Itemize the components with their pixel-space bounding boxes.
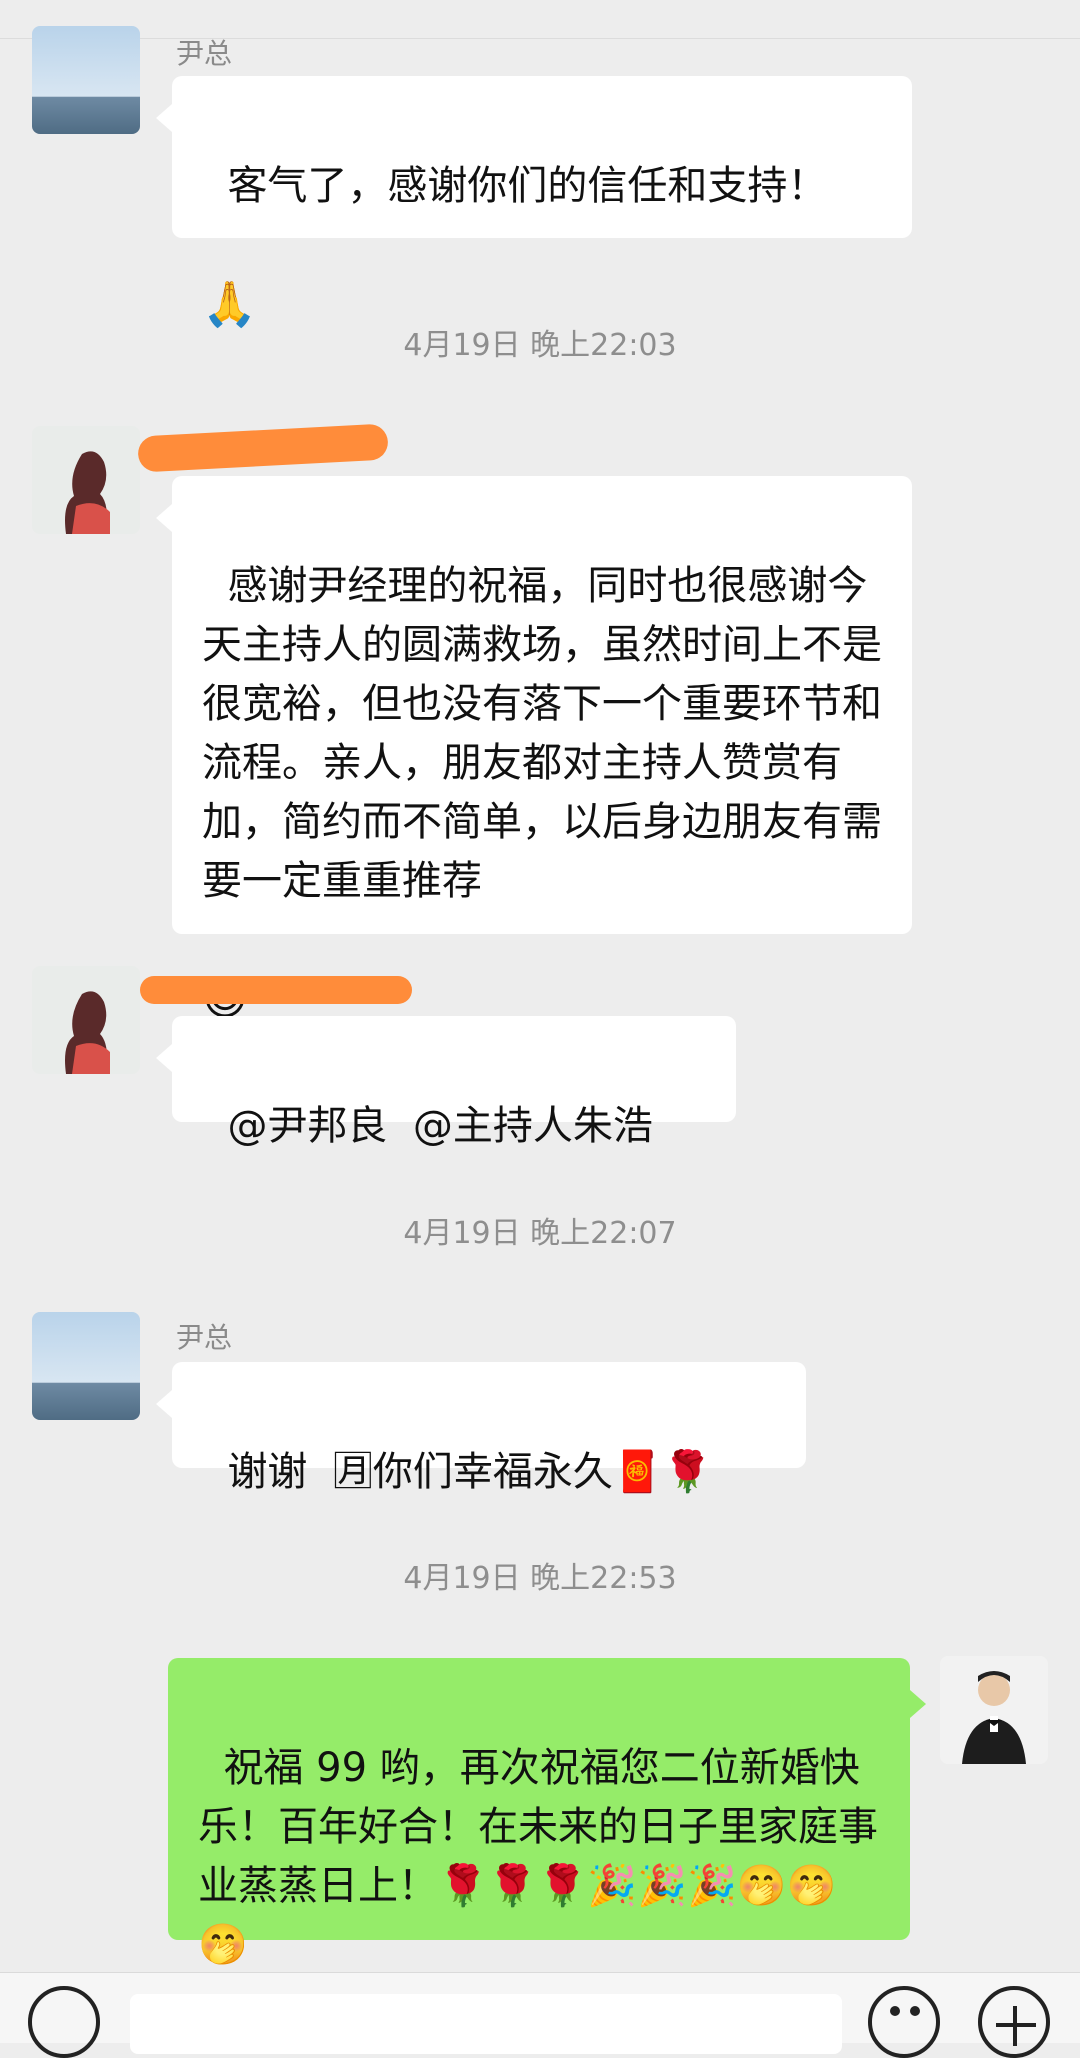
message-input[interactable] bbox=[130, 1994, 842, 2054]
avatar-bride[interactable] bbox=[32, 966, 140, 1074]
message-bubble[interactable]: 感谢尹经理的祝福，同时也很感谢今天主持人的圆满救场，虽然时间上不是很宽裕，但也没… bbox=[156, 476, 912, 1025]
timestamp: 4月19日 晚上22:53 bbox=[403, 1561, 677, 1596]
timestamp: 4月19日 晚上22:03 bbox=[403, 328, 677, 363]
message-text: 谢谢 🈷你们幸福永久🧧🌹 bbox=[227, 1449, 713, 1495]
message-bubble[interactable]: @尹邦良 @主持人朱浩 bbox=[156, 1016, 736, 1149]
message-text: 祝福 99 哟，再次祝福您二位新婚快乐！百年好合！在未来的日子里家庭事业蒸蒸日上… bbox=[198, 1745, 878, 1968]
message-text: 客气了，感谢你们的信任和支持！ bbox=[227, 163, 828, 209]
timestamp: 4月19日 晚上22:07 bbox=[403, 1216, 677, 1251]
message-text: @尹邦良 @主持人朱浩 bbox=[227, 1103, 653, 1149]
sender-name: 尹总 bbox=[176, 37, 233, 70]
avatar-yin[interactable] bbox=[32, 1312, 140, 1420]
redacted-name bbox=[137, 423, 389, 473]
avatar-host[interactable] bbox=[940, 1656, 1048, 1764]
avatar-bride[interactable] bbox=[32, 426, 140, 534]
voice-icon[interactable] bbox=[28, 1986, 100, 2058]
message-bubble-outgoing[interactable]: 祝福 99 哟，再次祝福您二位新婚快乐！百年好合！在未来的日子里家庭事业蒸蒸日上… bbox=[168, 1658, 926, 1968]
message-text: 感谢尹经理的祝福，同时也很感谢今天主持人的圆满救场，虽然时间上不是很宽裕，但也没… bbox=[202, 563, 882, 904]
emoji-icon[interactable] bbox=[868, 1986, 940, 2058]
plus-icon[interactable] bbox=[978, 1986, 1050, 2058]
top-bar bbox=[0, 0, 1080, 39]
message-bubble[interactable]: 客气了，感谢你们的信任和支持！ 🙏 bbox=[156, 76, 912, 330]
avatar-yin[interactable] bbox=[32, 26, 140, 134]
message-bubble[interactable]: 谢谢 🈷你们幸福永久🧧🌹 bbox=[156, 1362, 806, 1495]
redacted-name bbox=[140, 976, 412, 1004]
sender-name: 尹总 bbox=[176, 1321, 233, 1354]
